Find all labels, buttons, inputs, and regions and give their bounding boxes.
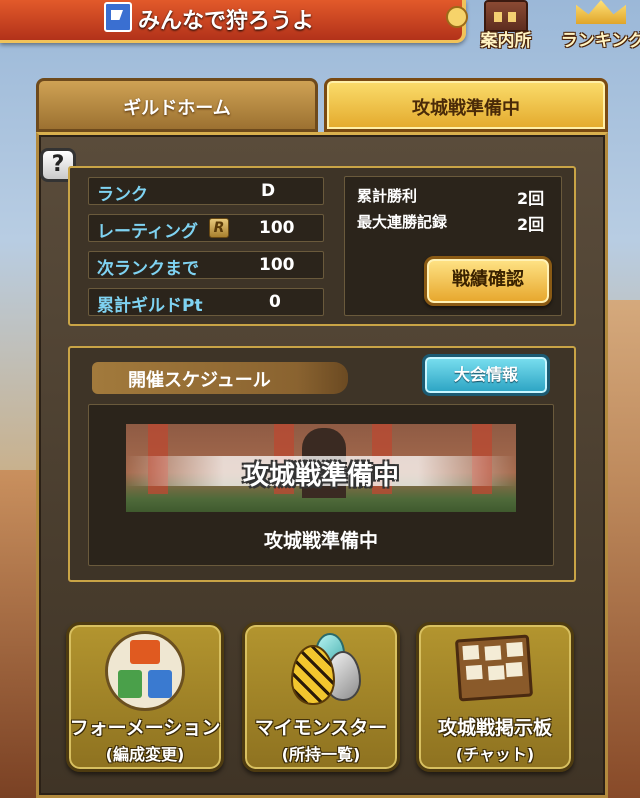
guild-name-banner: みんなで狩ろうよ: [0, 0, 468, 43]
guild-flag-icon: [104, 2, 132, 32]
tournament-info-button[interactable]: 大会情報: [422, 354, 550, 396]
siege-board-title: 攻城戦掲示板: [437, 717, 552, 739]
schedule-header-label: 開催スケジュール: [128, 370, 271, 391]
bulletin-board-icon: [454, 634, 534, 702]
formation-subtitle: (編成変更): [105, 745, 185, 764]
total-wins-label: 累計勝利: [357, 187, 418, 205]
max-streak-label: 最大連勝記録: [357, 213, 448, 231]
monster-eggs-icon: [285, 631, 365, 711]
tab-label: 攻城戦準備中: [412, 98, 520, 119]
my-monster-title: マイモンスター: [254, 717, 388, 739]
rating-row: レーティング R 100: [88, 214, 324, 242]
next-rank-label: 次ランクまで: [97, 259, 199, 279]
rating-label: レーティング: [97, 222, 198, 242]
tab-guild-home[interactable]: ギルドホーム: [36, 78, 318, 132]
guide-button[interactable]: 案内所: [470, 0, 542, 52]
rank-row: ランク D: [88, 177, 324, 205]
siege-banner-image: 攻城戦準備中: [126, 424, 516, 512]
rating-value: 100: [259, 218, 295, 238]
rating-badge-icon: R: [209, 218, 229, 238]
formation-icon: [105, 631, 185, 711]
next-rank-row: 次ランクまで 100: [88, 251, 324, 279]
ranking-button[interactable]: ランキング: [560, 0, 640, 52]
siege-board-subtitle: (チャット): [455, 745, 535, 764]
siege-banner-text: 攻城戦準備中: [242, 461, 399, 491]
schedule-status: 攻城戦準備中: [263, 530, 378, 552]
guild-pt-value: 0: [269, 292, 281, 312]
tab-siege-preparation[interactable]: 攻城戦準備中: [324, 78, 608, 132]
max-streak-value: 2回: [517, 215, 545, 234]
battle-record-button[interactable]: 戦績確認: [424, 256, 552, 306]
ranking-label: ランキング: [560, 31, 640, 51]
guide-label: 案内所: [480, 31, 532, 51]
formation-title: フォーメーション: [69, 717, 221, 739]
my-monster-subtitle: (所持一覧): [281, 745, 361, 764]
siege-board-button[interactable]: 攻城戦掲示板 (チャット): [416, 622, 574, 772]
crown-icon: [576, 0, 626, 24]
rank-label: ランク: [97, 185, 148, 205]
my-monster-button[interactable]: マイモンスター (所持一覧): [242, 622, 400, 772]
guild-name: みんなで狩ろうよ: [138, 9, 315, 34]
next-rank-value: 100: [259, 255, 295, 275]
ornament-icon: [446, 6, 468, 28]
guild-pt-row: 累計ギルドPt 0: [88, 288, 324, 316]
tab-label: ギルドホーム: [123, 98, 231, 119]
formation-button[interactable]: フォーメーション (編成変更): [66, 622, 224, 772]
guild-pt-label: 累計ギルドPt: [97, 296, 203, 316]
schedule-header: 開催スケジュール: [92, 362, 348, 394]
total-wins-value: 2回: [517, 189, 545, 208]
rank-value: D: [261, 181, 276, 201]
